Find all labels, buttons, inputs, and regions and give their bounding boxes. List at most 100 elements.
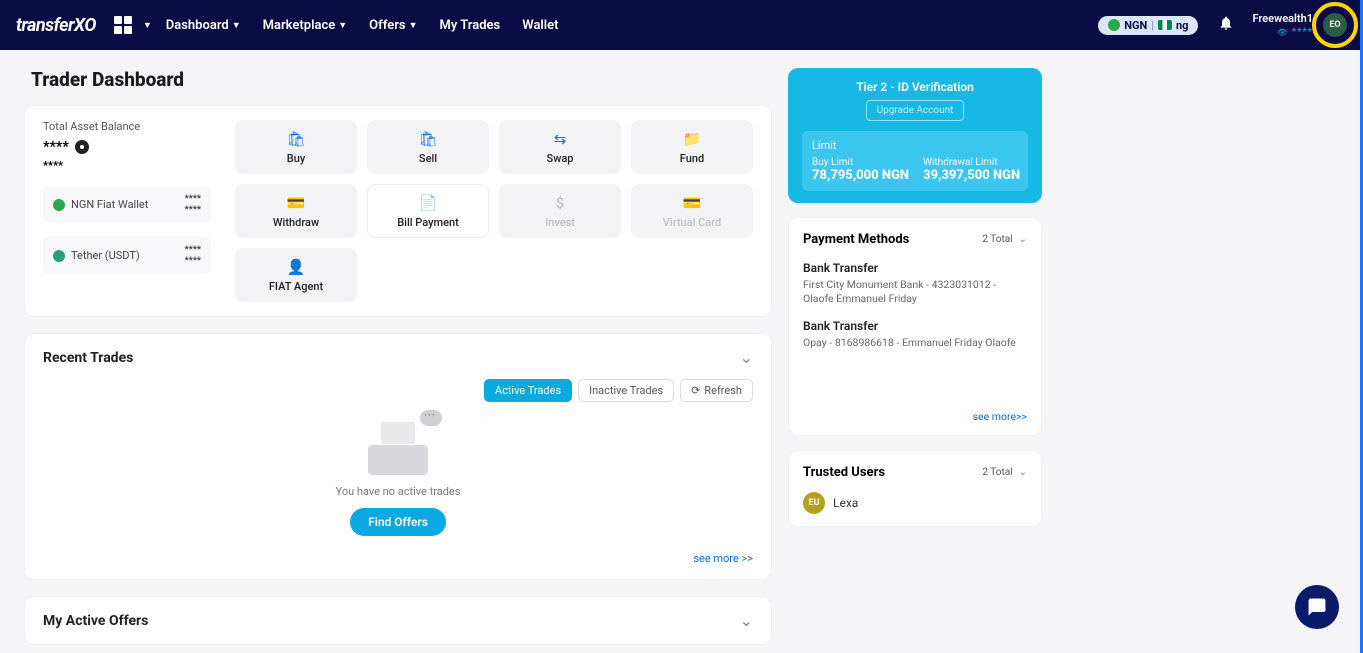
- active-offers-card: My Active Offers ⌄: [24, 596, 772, 645]
- nav-dashboard[interactable]: Dashboard▼: [166, 18, 241, 33]
- buy-button[interactable]: 🛍Buy: [235, 120, 357, 174]
- country-code: ng: [1176, 19, 1188, 32]
- see-more-trades-link[interactable]: see more >>: [43, 552, 753, 565]
- page-title: Trader Dashboard: [24, 68, 772, 91]
- logo[interactable]: transferXO: [16, 15, 96, 36]
- chevron-down-icon: ▼: [143, 20, 152, 31]
- user-icon: 👤: [287, 258, 306, 276]
- tab-active-trades[interactable]: Active Trades: [484, 379, 572, 402]
- reload-icon: ⟳: [691, 384, 700, 397]
- refresh-button[interactable]: ⟳Refresh: [680, 379, 753, 402]
- payment-method-type: Bank Transfer: [803, 261, 1027, 275]
- chat-fab[interactable]: [1295, 585, 1339, 629]
- payment-method-item[interactable]: Bank Transfer First City Monument Bank -…: [803, 261, 1027, 305]
- buy-limit-label: Buy Limit: [812, 157, 909, 168]
- bag-icon: 🛍: [286, 130, 305, 148]
- currency-code: NGN: [1124, 19, 1147, 32]
- trusted-user-name: Lexa: [833, 496, 858, 510]
- payment-methods-card: Payment Methods 2 Total⌄ Bank Transfer F…: [788, 217, 1042, 436]
- wallet-row-usdt[interactable]: Tether (USDT) ********: [43, 237, 211, 274]
- wallet-row-ngn[interactable]: NGN Fiat Wallet ********: [43, 186, 211, 223]
- trusted-users-title: Trusted Users: [803, 465, 885, 480]
- username: Freewealth1: [1252, 12, 1313, 25]
- balance-card: Total Asset Balance **** **** NGN Fiat W…: [24, 105, 772, 317]
- notifications-icon[interactable]: [1218, 15, 1234, 35]
- see-more-payment-link[interactable]: see more>>: [803, 410, 1027, 423]
- balance-label: Total Asset Balance: [43, 120, 211, 133]
- swap-icon: ⇆: [554, 130, 567, 148]
- limit-box: Limit Buy Limit 78,795,000 NGN Withdrawa…: [802, 131, 1028, 191]
- collapse-icon[interactable]: ⌄: [740, 348, 753, 367]
- withdraw-button[interactable]: 💳 Withdraw: [235, 184, 357, 238]
- nav-mytrades[interactable]: My Trades: [440, 18, 501, 33]
- wallet-amount: ********: [185, 245, 201, 266]
- top-nav: transferXO ▼ Dashboard▼ Marketplace▼ Off…: [0, 0, 1363, 50]
- folder-plus-icon: 📁: [683, 130, 702, 148]
- balance-value: ****: [43, 139, 211, 155]
- active-offers-title: My Active Offers: [43, 613, 148, 629]
- action-grid: 🛍Buy 🛍 Sell ⇆ Swap 📁 Fund 💳 Withdraw 📄 Bill P…: [235, 120, 753, 302]
- action-label: Swap: [547, 152, 574, 165]
- recent-trades-title: Recent Trades: [43, 350, 133, 366]
- currency-selector[interactable]: NGN | ng: [1098, 16, 1198, 35]
- action-label: Sell: [419, 152, 437, 165]
- fund-button[interactable]: 📁 Fund: [631, 120, 753, 174]
- chevron-down-icon[interactable]: ⌄: [1019, 234, 1027, 245]
- action-label: Invest: [545, 216, 575, 229]
- bill-payment-button[interactable]: 📄 Bill Payment: [367, 184, 489, 238]
- recent-trades-card: Recent Trades ⌄ Active Trades Inactive T…: [24, 333, 772, 580]
- empty-state: You have no active trades Find Offers: [43, 402, 753, 546]
- withdraw-limit-label: Withdrawal Limit: [923, 157, 1020, 168]
- action-label: Fund: [680, 152, 704, 165]
- action-label: FIAT Agent: [269, 280, 323, 293]
- payment-method-type: Bank Transfer: [803, 319, 1027, 333]
- chevron-down-icon: ▼: [409, 20, 418, 31]
- nav-label: Marketplace: [263, 18, 336, 33]
- balance-subvalue: ****: [43, 159, 211, 172]
- payment-method-details: First City Monument Bank - 4323031012 - …: [803, 278, 1027, 305]
- chevron-down-icon: ▼: [232, 20, 241, 31]
- wallet-amount: ********: [185, 194, 201, 215]
- sell-button[interactable]: 🛍 Sell: [367, 120, 489, 174]
- upgrade-account-button[interactable]: Upgrade Account: [866, 100, 965, 121]
- swap-button[interactable]: ⇆ Swap: [499, 120, 621, 174]
- empty-illustration: [368, 420, 428, 475]
- document-icon: 📄: [419, 194, 438, 212]
- currency-dot-icon: [1108, 19, 1120, 31]
- apps-grid-icon[interactable]: [114, 16, 132, 34]
- nav-marketplace[interactable]: Marketplace▼: [263, 18, 348, 33]
- trusted-user-item[interactable]: EU Lexa: [803, 492, 1027, 514]
- collapse-icon[interactable]: ⌄: [740, 611, 753, 630]
- wallet-name: NGN Fiat Wallet: [71, 198, 148, 211]
- nav-label: Dashboard: [166, 18, 229, 33]
- chevron-down-icon[interactable]: ⌄: [1019, 467, 1027, 478]
- fiat-agent-button[interactable]: 👤 FIAT Agent: [235, 248, 357, 302]
- limit-label: Limit: [812, 139, 1018, 152]
- buy-limit-value: 78,795,000 NGN: [812, 168, 909, 183]
- payment-methods-count: 2 Total: [982, 234, 1012, 245]
- tab-inactive-trades[interactable]: Inactive Trades: [578, 379, 674, 402]
- payment-method-item[interactable]: Bank Transfer Opay - 8168986618 - Emmanu…: [803, 319, 1027, 350]
- trusted-user-avatar: EU: [803, 492, 825, 514]
- user-rating: 👁 ****: [1277, 27, 1313, 38]
- chat-icon: [1307, 597, 1327, 617]
- user-avatar[interactable]: EO: [1323, 13, 1347, 37]
- action-label: Bill Payment: [397, 216, 459, 229]
- dollar-icon: $: [556, 194, 565, 212]
- wallet-icon: 💳: [287, 194, 306, 212]
- trusted-users-card: Trusted Users 2 Total ⌄ EU Lexa: [788, 450, 1042, 527]
- flag-icon: [1158, 20, 1172, 30]
- chevron-down-icon: ▼: [338, 20, 347, 31]
- logo-text: transferXO: [16, 15, 96, 36]
- bag-icon: 🛍: [418, 130, 437, 148]
- trusted-users-count: 2 Total: [982, 467, 1012, 478]
- toggle-visibility-icon[interactable]: [75, 140, 89, 154]
- find-offers-button[interactable]: Find Offers: [350, 508, 446, 536]
- wallet-name: Tether (USDT): [71, 249, 140, 262]
- empty-text: You have no active trades: [336, 485, 461, 498]
- nav-wallet[interactable]: Wallet: [522, 18, 558, 33]
- action-label: Withdraw: [273, 216, 319, 229]
- usdt-icon: [53, 250, 65, 262]
- ngn-icon: [53, 199, 65, 211]
- nav-offers[interactable]: Offers▼: [369, 18, 417, 33]
